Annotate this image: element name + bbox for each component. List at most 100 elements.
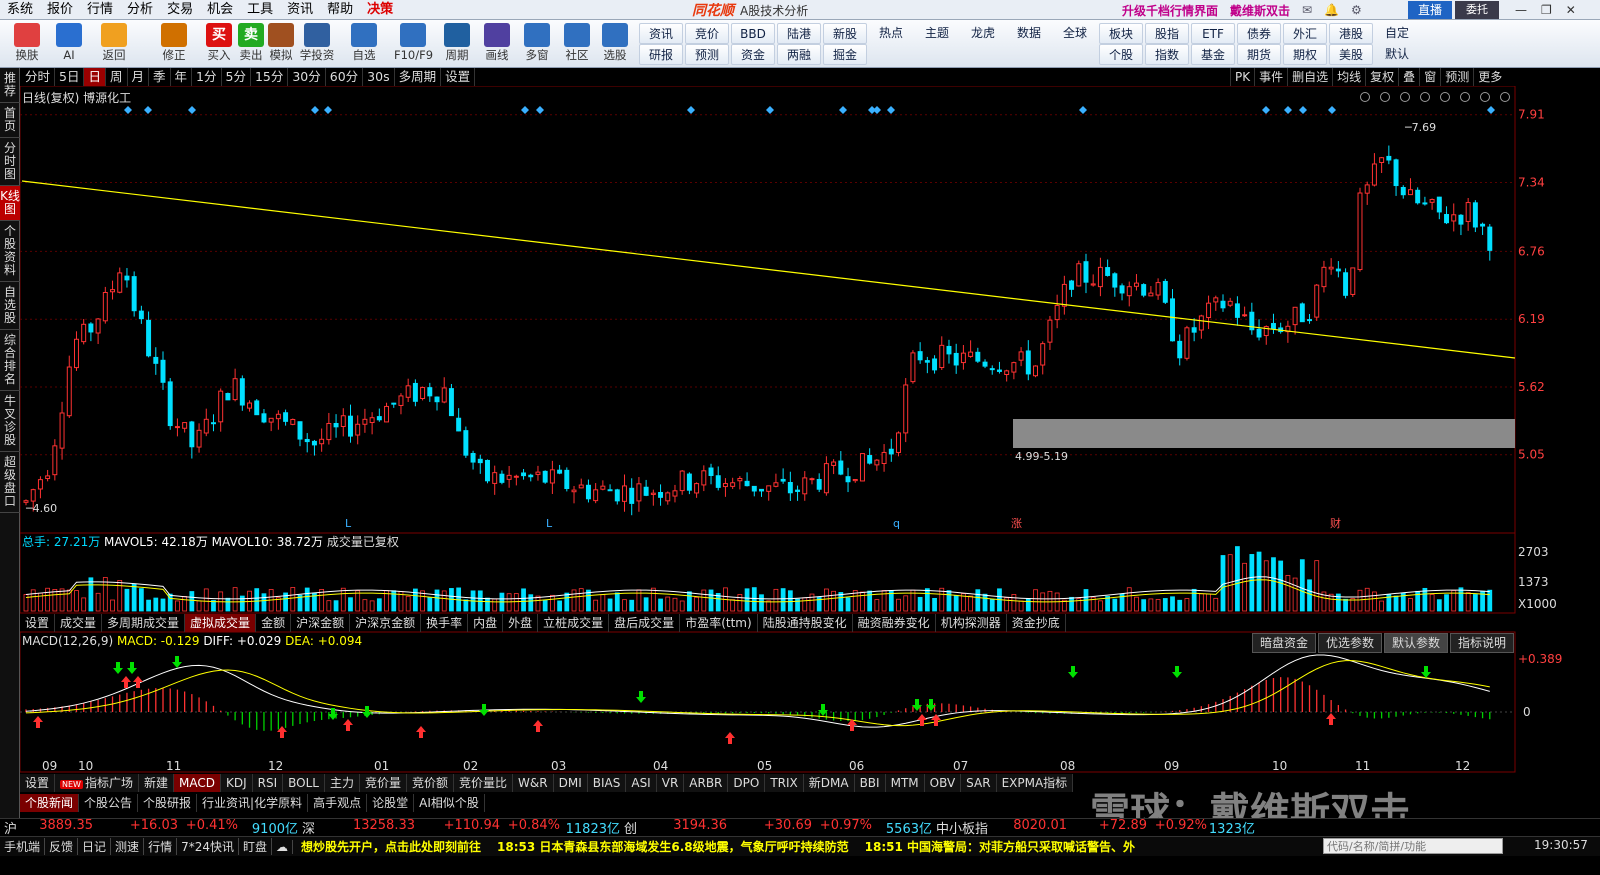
- indicator-tab[interactable]: BBI: [855, 774, 886, 792]
- chart-tool[interactable]: 事件: [1254, 68, 1287, 86]
- volume-tab[interactable]: 金额: [256, 614, 292, 632]
- flash-news[interactable]: 18:51 中国海警局：对菲方船只采取喊话警告、外: [857, 838, 1143, 855]
- event-mark[interactable]: q: [893, 517, 900, 530]
- left-nav-item[interactable]: 牛叉诊股: [0, 391, 20, 452]
- search-input[interactable]: [1323, 838, 1503, 854]
- toolbar-button[interactable]: 模拟: [262, 22, 300, 66]
- event-diamond-icon[interactable]: [1299, 106, 1307, 114]
- left-nav-item[interactable]: K线图: [0, 186, 20, 221]
- indicator-tab[interactable]: RSI: [253, 774, 284, 792]
- status-item[interactable]: 7*24快讯: [177, 838, 239, 855]
- event-diamond-icon[interactable]: [873, 106, 881, 114]
- indicator-tab[interactable]: DPO: [728, 774, 766, 792]
- period-tab[interactable]: 1分: [192, 68, 222, 86]
- menu-item[interactable]: 行情: [80, 0, 120, 20]
- toolbar-button[interactable]: 学投资: [298, 22, 336, 66]
- indicator-tab[interactable]: MACD: [174, 774, 221, 792]
- index-quote[interactable]: 创 3194.36 +30.69 +0.97% 5563亿: [620, 818, 932, 837]
- upgrade-link[interactable]: 升级千档行情界面: [1122, 2, 1218, 19]
- indicator-tab[interactable]: KDJ: [221, 774, 253, 792]
- quick-link[interactable]: 资金: [731, 44, 775, 65]
- quick-link[interactable]: 期货: [1237, 44, 1281, 65]
- menu-item[interactable]: 机会: [200, 0, 240, 20]
- menu-item[interactable]: 报价: [40, 0, 80, 20]
- indicator-tab[interactable]: OBV: [925, 774, 962, 792]
- event-diamond-icon[interactable]: [324, 106, 332, 114]
- volume-tab[interactable]: 换手率: [421, 614, 469, 632]
- trend-line[interactable]: [21, 180, 1516, 359]
- period-tab[interactable]: 月: [128, 68, 150, 86]
- quick-link[interactable]: 板块: [1099, 23, 1143, 44]
- toolbar-button[interactable]: 周期: [438, 22, 476, 66]
- quick-link[interactable]: ETF: [1191, 23, 1235, 44]
- menu-item[interactable]: 帮助: [320, 0, 360, 20]
- toolbar-button[interactable]: AI: [50, 22, 88, 66]
- chart-tool[interactable]: PK: [1230, 68, 1254, 86]
- news-tab[interactable]: 高手观点: [308, 794, 368, 812]
- indicator-tab[interactable]: 竞价量比: [454, 774, 514, 792]
- toolbar-button[interactable]: 社区: [558, 22, 596, 66]
- unlock-icon[interactable]: [1460, 92, 1470, 102]
- gear-icon[interactable]: ⚙: [1351, 3, 1362, 17]
- news-tab[interactable]: 行业资讯|化学原料: [197, 794, 309, 812]
- maximize-icon[interactable]: ❐: [1541, 3, 1552, 17]
- volume-tab[interactable]: 沪深金额: [291, 614, 351, 632]
- quick-link[interactable]: 掘金: [823, 44, 867, 65]
- indicator-tab[interactable]: VR: [657, 774, 685, 792]
- event-diamond-icon[interactable]: [144, 106, 152, 114]
- menu-item[interactable]: 资讯: [280, 0, 320, 20]
- buy-arrow-icon[interactable]: [1326, 713, 1336, 725]
- gear-icon[interactable]: [1360, 92, 1370, 102]
- quick-link[interactable]: 两融: [777, 44, 821, 65]
- quick-link[interactable]: 竞价: [685, 23, 729, 44]
- left-nav-item[interactable]: 推荐: [0, 68, 20, 103]
- indicator-tab[interactable]: 竞价量: [360, 774, 408, 792]
- quick-link[interactable]: 热点: [869, 23, 913, 44]
- volume-tab[interactable]: 多周期成交量: [102, 614, 186, 632]
- period-tab[interactable]: 30s: [363, 68, 395, 86]
- chart-tool[interactable]: 删自选: [1287, 68, 1332, 86]
- indicator-tab[interactable]: W&R: [513, 774, 554, 792]
- macd-option-button[interactable]: 暗盘资金: [1252, 633, 1317, 653]
- indicator-tab[interactable]: 竞价额: [407, 774, 455, 792]
- pen-icon[interactable]: [1380, 92, 1390, 102]
- period-tab[interactable]: 日: [84, 68, 106, 86]
- zoom-in-icon[interactable]: [1480, 92, 1490, 102]
- period-tab[interactable]: 5日: [55, 68, 85, 86]
- menu-item[interactable]: 分析: [120, 0, 160, 20]
- event-diamond-icon[interactable]: [1262, 106, 1270, 114]
- sell-arrow-icon[interactable]: [113, 662, 123, 674]
- live-button[interactable]: 直播: [1408, 1, 1452, 19]
- quick-link[interactable]: 债券: [1237, 23, 1281, 44]
- volume-tab[interactable]: 机构探测器: [936, 614, 1007, 632]
- left-nav-item[interactable]: 自选股: [0, 282, 20, 330]
- volume-tab[interactable]: 沪深京金额: [350, 614, 422, 632]
- lock-icon[interactable]: [1420, 92, 1430, 102]
- status-item[interactable]: 测速: [111, 838, 145, 855]
- status-item[interactable]: 手机端: [0, 838, 46, 855]
- sell-arrow-icon[interactable]: [1068, 666, 1078, 678]
- period-tab[interactable]: 30分: [288, 68, 326, 86]
- indicator-tab[interactable]: 新DMA: [804, 774, 855, 792]
- macd-option-button[interactable]: 优选参数: [1318, 633, 1383, 653]
- indicator-tab[interactable]: SAR: [961, 774, 997, 792]
- period-tab[interactable]: 年: [171, 68, 193, 86]
- quick-link[interactable]: 个股: [1099, 44, 1143, 65]
- volume-tab[interactable]: 陆股通持股变化: [758, 614, 853, 632]
- volume-tab[interactable]: 融资融券变化: [853, 614, 936, 632]
- trash-icon[interactable]: [1440, 92, 1450, 102]
- cloud-icon[interactable]: ☁: [272, 839, 293, 854]
- sell-arrow-icon[interactable]: [636, 691, 646, 703]
- event-diamond-icon[interactable]: [521, 106, 529, 114]
- indicator-tab[interactable]: 设置: [20, 774, 56, 792]
- toolbar-button[interactable]: 自选: [345, 22, 383, 66]
- quick-link[interactable]: 陆港: [777, 23, 821, 44]
- quick-link[interactable]: 全球: [1053, 23, 1097, 44]
- chart-tool[interactable]: 复权: [1365, 68, 1398, 86]
- period-tab[interactable]: 周: [106, 68, 128, 86]
- status-item[interactable]: 反馈: [45, 838, 79, 855]
- event-diamond-icon[interactable]: [124, 106, 132, 114]
- menu-item[interactable]: 决策: [360, 0, 400, 20]
- promo-news[interactable]: 想炒股先开户，点击此处即刻前往: [293, 838, 489, 855]
- toolbar-button[interactable]: 画线: [478, 22, 516, 66]
